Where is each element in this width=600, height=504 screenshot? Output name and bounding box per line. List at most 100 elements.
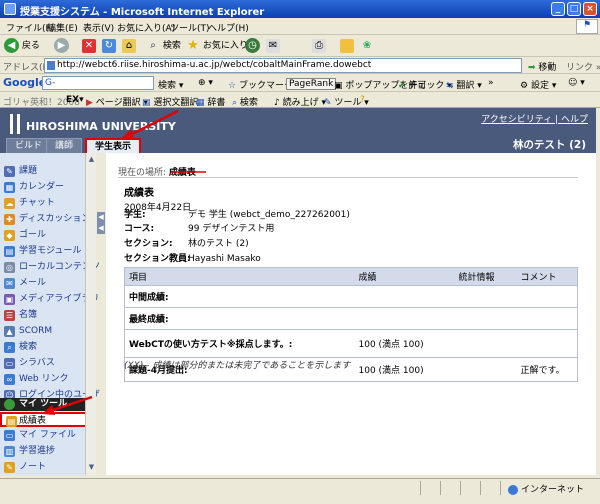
pagerank-indicator: PageRank bbox=[286, 78, 337, 90]
google-profile-icon[interactable]: ☺ ▾ bbox=[568, 78, 585, 88]
stop-icon: ✕ bbox=[82, 38, 96, 53]
refresh-icon: ↻ bbox=[102, 38, 116, 53]
sidebar-item-gradebook[interactable]: ▤ 成績表 bbox=[0, 412, 96, 427]
sidebar-item-learning-modules[interactable]: ▤ 学習モジュール bbox=[0, 244, 96, 259]
url-input[interactable]: http://webct6.riise.hiroshima-u.ac.jp/we… bbox=[44, 58, 522, 73]
menu-tools[interactable]: ツール(T) bbox=[170, 21, 210, 34]
files-icon: ▭ bbox=[4, 430, 15, 441]
webct-header: HIROSHIMA UNIVERSITY アクセシビリティ | ヘルプ 林のテス… bbox=[0, 108, 596, 153]
assignment-icon: ✎ bbox=[4, 166, 15, 177]
sidebar-item-my-files[interactable]: ▭ マイ ファイル bbox=[0, 428, 96, 443]
ie-icon bbox=[4, 3, 16, 15]
google-translate-button[interactable]: ⇆ 翻訳 ▾ bbox=[446, 78, 482, 91]
grade-value: 100 (満点 100) bbox=[354, 329, 455, 358]
web-link-icon: ∞ bbox=[4, 374, 15, 385]
address-bar: アドレス(D) http://webct6.riise.hiroshima-u.… bbox=[0, 57, 600, 74]
window-right-border bbox=[596, 108, 600, 475]
sidebar-item-notes[interactable]: ✎ ノート bbox=[0, 460, 96, 475]
scroll-up-icon[interactable]: ▲ bbox=[87, 155, 96, 165]
settings-icon: ⚙ bbox=[520, 81, 529, 91]
favorites-button[interactable]: ★ お気に入り bbox=[186, 38, 248, 54]
local-content-icon: ◎ bbox=[4, 262, 15, 273]
translator-search-button[interactable]: ⌕ 検索 bbox=[232, 95, 258, 108]
sidebar-item-scorm[interactable]: ▲ SCORM bbox=[0, 324, 96, 339]
table-row: WebCTの使い方テスト※採点します。: 100 (満点 100) bbox=[124, 329, 578, 358]
speaker-icon: ♪ bbox=[274, 98, 280, 108]
sidebar-scrollbar[interactable]: ▲ ▼ bbox=[85, 153, 96, 475]
sidebar-item-discussion[interactable]: ✚ ディスカッション bbox=[0, 212, 96, 227]
sidebar-item-mail[interactable]: ✉ メール bbox=[0, 276, 96, 291]
discussion-icon: ✚ bbox=[4, 214, 15, 225]
scroll-down-icon[interactable]: ▼ bbox=[87, 463, 96, 473]
selected-translate-button[interactable]: ▤ 選択文翻訳 bbox=[142, 95, 198, 108]
security-zone: インターネット bbox=[508, 482, 584, 495]
sidebar-item-roster[interactable]: ☰ 名簿 bbox=[0, 308, 96, 323]
google-extra-icon[interactable]: ⊕ ▾ bbox=[198, 78, 213, 88]
page-translate-button[interactable]: ▶ ページ翻訳 ▾ bbox=[86, 95, 148, 108]
ex-menu-button[interactable]: EX▾ bbox=[66, 95, 84, 105]
history-button[interactable]: ◷ bbox=[245, 38, 260, 54]
sidebar-collapse-handle[interactable]: ◀ ◀ bbox=[97, 212, 105, 234]
tab-build[interactable]: ビルド bbox=[6, 138, 52, 153]
forward-button[interactable]: ▶ bbox=[54, 38, 69, 54]
grade-stats bbox=[454, 307, 517, 330]
roster-icon: ☰ bbox=[4, 310, 15, 321]
minimize-button[interactable]: _ bbox=[551, 2, 565, 16]
globe-icon bbox=[508, 484, 518, 495]
menu-help[interactable]: ヘルプ(H) bbox=[208, 21, 249, 34]
star-icon: ★ bbox=[187, 37, 199, 53]
read-aloud-button[interactable]: ♪ 読み上げ ▾ bbox=[274, 95, 326, 108]
refresh-button[interactable]: ↻ bbox=[102, 38, 116, 54]
back-arrow-icon: ◀ bbox=[4, 38, 19, 53]
links-button[interactable]: リンク » bbox=[566, 60, 600, 73]
go-button[interactable]: ➡ 移動 bbox=[528, 60, 556, 73]
print-button[interactable]: ⎙ bbox=[312, 38, 326, 54]
google-search-button[interactable]: 検索 ▾ bbox=[158, 78, 183, 91]
sidebar-item-syllabus[interactable]: ▭ シラバス bbox=[0, 356, 96, 371]
window-title: 授業支援システム - Microsoft Internet Explorer bbox=[20, 7, 265, 18]
back-button[interactable]: ◀ 戻る bbox=[4, 38, 40, 54]
sidebar-item-assignments[interactable]: ✎ 課題 bbox=[0, 164, 96, 179]
tab-student-view[interactable]: 学生表示 bbox=[85, 138, 142, 153]
home-button[interactable]: ⌂ bbox=[122, 38, 136, 54]
stop-button[interactable]: ✕ bbox=[82, 38, 96, 54]
search-icon: ⌕ bbox=[150, 39, 156, 51]
search-button[interactable]: ⌕ 検索 bbox=[146, 38, 181, 54]
instructor-info: セクション教員:Hayashi Masako bbox=[124, 254, 261, 264]
sidebar-item-goals[interactable]: ◆ ゴール bbox=[0, 228, 96, 243]
messenger-button[interactable]: ❀ bbox=[360, 38, 374, 54]
page-icon bbox=[47, 61, 55, 70]
close-button[interactable]: × bbox=[583, 2, 597, 16]
accessibility-help-links[interactable]: アクセシビリティ | ヘルプ bbox=[481, 112, 588, 125]
popup-icon: ▣ bbox=[334, 81, 343, 91]
mail-button[interactable]: ✉ bbox=[266, 38, 280, 54]
sidebar-item-web-links[interactable]: ∞ Web リンク bbox=[0, 372, 96, 387]
menu-edit[interactable]: 編集(E) bbox=[47, 21, 78, 34]
menu-favorites[interactable]: お気に入り(A) bbox=[117, 21, 175, 34]
tools-icon: ✎ bbox=[324, 98, 332, 108]
grade-value bbox=[354, 285, 455, 308]
maximize-button[interactable]: □ bbox=[567, 2, 581, 16]
sidebar-item-chat[interactable]: ☁ チャット bbox=[0, 196, 96, 211]
google-settings-button[interactable]: ⚙ 設定 ▾ bbox=[520, 78, 556, 91]
status-cell bbox=[420, 481, 440, 495]
help-icon[interactable]: ? bbox=[360, 95, 365, 105]
print-icon: ⎙ bbox=[312, 38, 326, 53]
browser-toolbar: ◀ 戻る ▶ ✕ ↻ ⌂ ⌕ 検索 ★ お気に入り ◷ ✉ ⎙ ❀ bbox=[0, 35, 600, 57]
my-tools-header[interactable]: マイ ツール bbox=[0, 398, 96, 411]
tab-instructor[interactable]: 講師 bbox=[46, 138, 83, 153]
menu-view[interactable]: 表示(V) bbox=[83, 21, 114, 34]
grade-comment: 正解です。 bbox=[516, 357, 578, 382]
sidebar-item-calendar[interactable]: ▦ カレンダー bbox=[0, 180, 96, 195]
sidebar-item-progress[interactable]: ▥ 学習進捗 bbox=[0, 444, 96, 459]
spellcheck-button[interactable]: ✔ チェック ▾ bbox=[398, 78, 452, 91]
sidebar-item-search[interactable]: ⌕ 検索 bbox=[0, 340, 96, 355]
google-search-input[interactable]: G- bbox=[42, 76, 154, 90]
sidebar-item-local-content[interactable]: ◎ ローカルコンテンツ bbox=[0, 260, 100, 275]
messenger-icon: ❀ bbox=[362, 39, 372, 51]
sidebar-item-media-library[interactable]: ▣ メディアライブラリ bbox=[0, 292, 99, 307]
folder-button[interactable] bbox=[340, 38, 354, 54]
google-more-button[interactable]: » bbox=[488, 78, 494, 88]
google-logo: Google bbox=[3, 76, 47, 89]
dictionary-button[interactable]: ▦ 辞書 bbox=[196, 95, 225, 108]
